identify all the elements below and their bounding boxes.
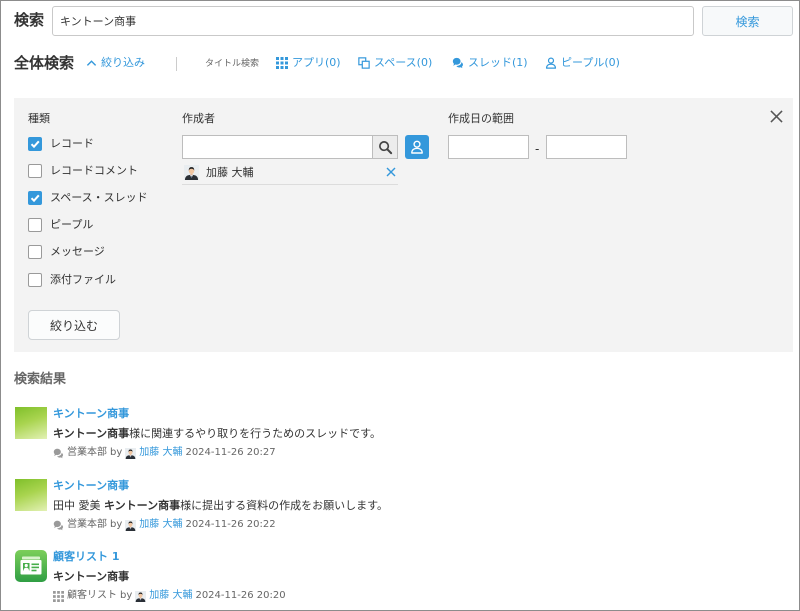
scope-link-label: スレッド(1) (468, 56, 528, 69)
type-option-label: レコード (50, 136, 94, 150)
result-datetime: 2024-11-26 20:27 (185, 447, 276, 458)
result-snippet: キントーン商事様に関連するやり取りを行うためのスレッドです。 (53, 427, 381, 441)
result-title-link[interactable]: キントーン商事 (53, 479, 129, 493)
result-datetime: 2024-11-26 20:20 (195, 590, 286, 601)
scope-link-threads[interactable]: スレッド(1) (452, 56, 528, 70)
search-result: キントーン商事 田中 愛美 キントーン商事様に提出する資料の作成をお願いします。… (15, 479, 775, 531)
search-input[interactable] (52, 6, 694, 36)
filter-toggle-link[interactable]: 絞り込み (86, 56, 145, 70)
results-heading: 検索結果 (14, 372, 67, 387)
author-link[interactable]: 加藤 大輔 (139, 519, 182, 531)
type-option-message[interactable]: メッセージ (28, 239, 148, 266)
checkbox[interactable] (28, 218, 42, 233)
by-label: by (110, 447, 123, 458)
filter-panel: 種類 レコード レコードコメント スペース・スレッド ピープル メッセージ 添付… (14, 98, 793, 352)
avatar (184, 165, 199, 180)
search-icon (378, 140, 393, 155)
type-filter-list: レコード レコードコメント スペース・スレッド ピープル メッセージ 添付ファイ… (28, 130, 148, 293)
type-option-people[interactable]: ピープル (28, 212, 148, 239)
selected-creator-name: 加藤 大輔 (206, 166, 254, 179)
type-option-record-comment[interactable]: レコードコメント (28, 157, 148, 184)
scope-link-apps[interactable]: アプリ(0) (276, 56, 341, 70)
result-meta: 顧客リスト by 加藤 大輔 2024-11-26 20:20 (53, 590, 286, 602)
checkbox[interactable] (28, 136, 42, 151)
snippet-text: 様に関連するやり取りを行うためのスレッドです。 (129, 427, 382, 440)
date-from-input[interactable] (448, 135, 529, 159)
result-meta: 営業本部 by 加藤 大輔 2024-11-26 20:22 (53, 519, 276, 531)
scope-link-label: スペース(0) (374, 56, 433, 69)
creator-label: 作成者 (182, 112, 215, 125)
search-result: キントーン商事 キントーン商事様に関連するやり取りを行うためのスレッドです。 営… (15, 407, 775, 459)
snippet-text: キントーン商事 (53, 427, 130, 440)
result-snippet: 田中 愛美 キントーン商事様に提出する資料の作成をお願いします。 (53, 499, 388, 513)
scope-title: 全体検索 (14, 54, 75, 72)
scope-link-label: ピープル(0) (561, 56, 620, 69)
result-location-link[interactable]: 営業本部 (67, 519, 107, 531)
snippet-text: キントーン商事 (53, 570, 130, 583)
type-option-record[interactable]: レコード (28, 130, 148, 157)
title-search-label: タイトル検索 (205, 59, 260, 69)
result-location-link[interactable]: 営業本部 (67, 447, 107, 459)
remove-creator-icon[interactable] (386, 167, 396, 177)
search-button[interactable]: 検索 (702, 6, 793, 36)
thread-icon (53, 520, 64, 531)
type-option-space-thread[interactable]: スペース・スレッド (28, 184, 148, 211)
checkbox[interactable] (28, 272, 42, 287)
thread-icon (452, 57, 464, 69)
by-label: by (120, 590, 133, 601)
scope-link-spaces[interactable]: スペース(0) (358, 56, 432, 70)
type-option-label: ピープル (50, 218, 94, 232)
grid-icon (53, 591, 64, 602)
type-option-attachment[interactable]: 添付ファイル (28, 266, 148, 293)
avatar (135, 591, 146, 602)
checkbox[interactable] (28, 190, 42, 205)
filter-toggle-label: 絞り込み (101, 56, 145, 69)
result-datetime: 2024-11-26 20:22 (185, 519, 276, 530)
thread-thumbnail (15, 479, 47, 511)
snippet-text: 様に提出する資料の作成をお願いします。 (180, 499, 389, 512)
date-range-separator: - (535, 142, 540, 156)
close-icon[interactable] (770, 110, 783, 123)
author-link[interactable]: 加藤 大輔 (139, 447, 182, 459)
thread-thumbnail (15, 407, 47, 439)
customer-list-app-icon (15, 550, 47, 582)
spaces-icon (358, 57, 370, 69)
type-option-label: 添付ファイル (50, 272, 116, 286)
selected-creator: 加藤 大輔 (182, 164, 398, 185)
avatar (125, 520, 136, 531)
avatar (125, 448, 136, 459)
people-icon (545, 57, 557, 69)
snippet-text: 田中 愛美 (53, 499, 104, 512)
snippet-text: キントーン商事 (104, 499, 181, 512)
search-label: 検索 (14, 11, 45, 29)
thread-icon (53, 448, 64, 459)
apply-filter-button[interactable]: 絞り込む (28, 310, 120, 340)
checkbox[interactable] (28, 245, 42, 260)
chevron-up-icon (86, 58, 97, 69)
scope-link-label: アプリ(0) (292, 56, 341, 69)
result-title-link[interactable]: キントーン商事 (53, 407, 129, 421)
author-link[interactable]: 加藤 大輔 (149, 590, 192, 602)
grid-icon (276, 57, 288, 69)
person-icon (410, 140, 424, 154)
user-picker-button[interactable] (405, 135, 429, 159)
date-range-label: 作成日の範囲 (448, 112, 514, 125)
result-snippet: キントーン商事 (53, 570, 129, 584)
date-to-input[interactable] (546, 135, 627, 159)
search-result: 顧客リスト 1 キントーン商事 顧客リスト by 加藤 大輔 2024-11-2… (15, 550, 775, 602)
type-option-label: メッセージ (50, 245, 105, 259)
scope-link-people[interactable]: ピープル(0) (545, 56, 620, 70)
by-label: by (110, 519, 123, 530)
creator-input[interactable] (182, 135, 373, 159)
result-location-link[interactable]: 顧客リスト (67, 590, 117, 602)
scope-divider (176, 57, 177, 71)
result-title-link[interactable]: 顧客リスト 1 (53, 550, 119, 564)
checkbox[interactable] (28, 163, 42, 178)
type-option-label: レコードコメント (50, 163, 138, 177)
result-meta: 営業本部 by 加藤 大輔 2024-11-26 20:27 (53, 447, 276, 459)
type-option-label: スペース・スレッド (50, 190, 148, 204)
creator-search-button[interactable] (372, 135, 398, 159)
type-filter-label: 種類 (28, 112, 50, 125)
